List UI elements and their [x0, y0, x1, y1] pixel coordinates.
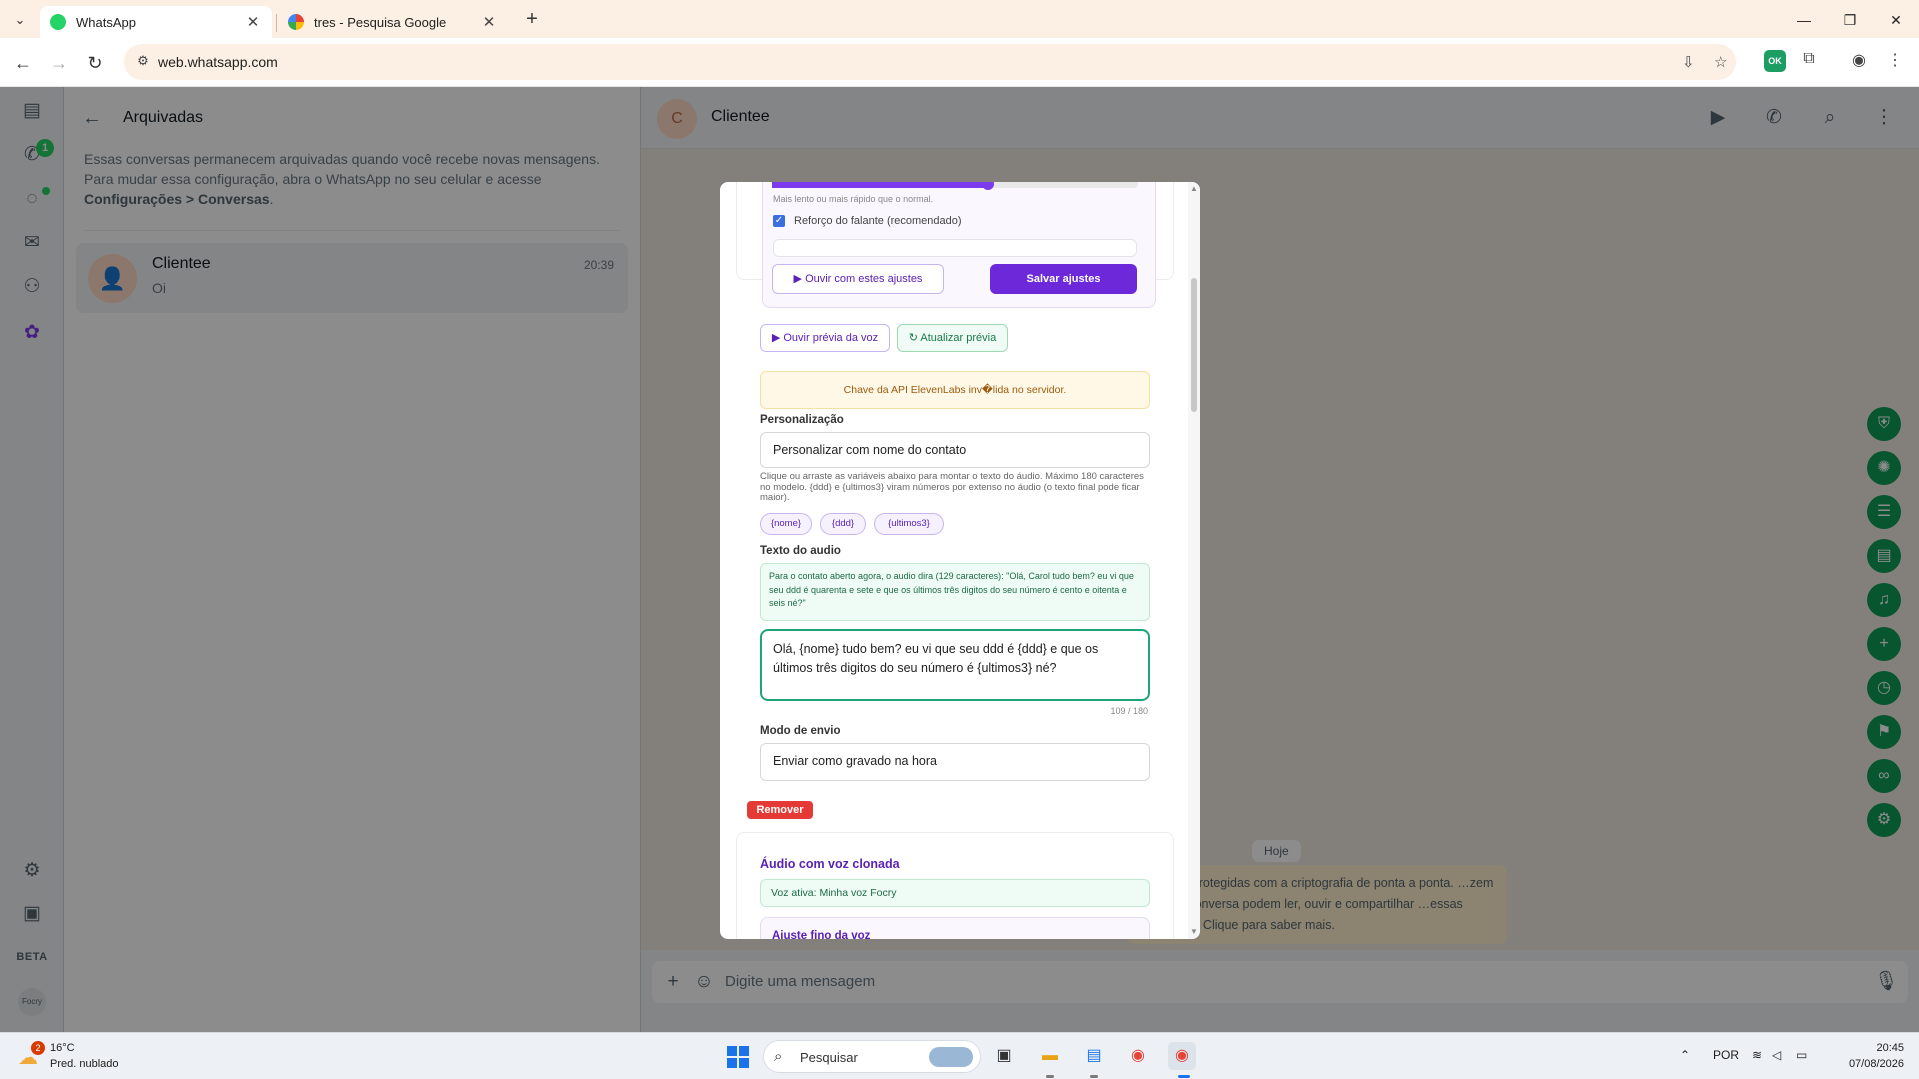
search-highlight-icon: [929, 1047, 973, 1067]
tab-google-search[interactable]: tres - Pesquisa Google ✕: [278, 6, 508, 38]
restore-window-icon[interactable]: ❐: [1830, 6, 1870, 34]
send-mode-select[interactable]: Enviar como gravado na hora: [760, 743, 1150, 781]
variable-chip-ddd[interactable]: {ddd}: [820, 513, 866, 535]
refresh-preview-button[interactable]: ↻ Atualizar prévia: [897, 324, 1008, 352]
browser-toolbar: ← → ↻ ⚙ web.whatsapp.com ⇩ ☆ OK ⧉ ◉ ⋮: [0, 38, 1919, 87]
voice-audio-modal: Mais lento ou mais rápido que o normal. …: [720, 182, 1200, 939]
url-text: web.whatsapp.com: [158, 54, 278, 70]
clock-time[interactable]: 20:45: [1868, 1042, 1904, 1054]
address-bar[interactable]: ⚙ web.whatsapp.com ⇩ ☆: [124, 44, 1736, 80]
chrome-icon[interactable]: ◉: [1124, 1042, 1152, 1070]
bookmark-star-icon[interactable]: ☆: [1714, 53, 1727, 71]
character-counter: 109 / 180: [1110, 706, 1148, 716]
minimize-window-icon[interactable]: —: [1784, 6, 1824, 34]
tab-title: WhatsApp: [76, 14, 136, 30]
tab-title: tres - Pesquisa Google: [314, 14, 447, 30]
reload-icon[interactable]: ↻: [82, 50, 108, 76]
speaker-boost-checkbox[interactable]: ✓: [773, 215, 785, 227]
clock-date[interactable]: 07/08/2026: [1838, 1058, 1904, 1070]
notepad-icon[interactable]: ▤: [1080, 1042, 1108, 1070]
chrome-active-icon[interactable]: ◉: [1168, 1042, 1196, 1070]
save-settings-button[interactable]: Salvar ajustes: [990, 264, 1137, 294]
audio-text-preview: Para o contato aberto agora, o audio dir…: [760, 563, 1150, 621]
personalization-help: Clique ou arraste as variáveis abaixo pa…: [760, 471, 1144, 503]
new-tab-plus-icon[interactable]: +: [520, 8, 544, 32]
variable-chip-nome[interactable]: {nome}: [760, 513, 812, 535]
extension-ok-icon[interactable]: OK: [1764, 50, 1786, 72]
listen-with-settings-button[interactable]: ▶ Ouvir com estes ajustes: [772, 264, 944, 294]
scroll-down-icon[interactable]: ▼: [1190, 927, 1198, 936]
tab-divider: [276, 14, 277, 32]
close-tab-icon[interactable]: ✕: [480, 13, 498, 31]
weather-temperature[interactable]: 16°C: [50, 1042, 75, 1054]
weather-condition[interactable]: Pred. nublado: [50, 1058, 119, 1070]
windows-taskbar: ☁ 2 16°C Pred. nublado ⌕ Pesquisar ▣ ▬ ▤…: [0, 1032, 1919, 1079]
site-info-icon[interactable]: ⚙: [134, 53, 152, 71]
running-indicator: [1046, 1075, 1054, 1078]
forward-arrow-icon[interactable]: →: [46, 50, 72, 76]
taskbar-search[interactable]: ⌕ Pesquisar: [763, 1040, 981, 1073]
send-mode-label: Modo de envio: [760, 725, 841, 737]
scroll-up-icon[interactable]: ▲: [1190, 184, 1198, 193]
running-indicator: [1178, 1075, 1190, 1078]
battery-icon[interactable]: ▭: [1796, 1048, 1807, 1062]
input-language[interactable]: POR: [1713, 1048, 1739, 1062]
task-view-icon[interactable]: ▣: [990, 1042, 1018, 1070]
fine-tune-voice-title: Ajuste fino da voz: [772, 930, 871, 939]
tab-whatsapp[interactable]: WhatsApp ✕: [40, 6, 272, 38]
preview-voice-button[interactable]: ▶ Ouvir prévia da voz: [760, 324, 890, 352]
api-key-warning: Chave da API ElevenLabs inv�lida no serv…: [760, 371, 1150, 409]
volume-icon[interactable]: ◁: [1772, 1048, 1781, 1062]
wifi-icon[interactable]: ≋: [1752, 1048, 1762, 1062]
audio-text-textarea[interactable]: Olá, {nome} tudo bem? eu vi que seu ddd …: [760, 629, 1150, 701]
file-explorer-icon[interactable]: ▬: [1036, 1042, 1064, 1070]
personalization-label: Personalização: [760, 414, 844, 426]
speaker-boost-label: Reforço do falante (recomendado): [794, 215, 962, 227]
speed-slider-fill: [772, 182, 988, 188]
tray-overflow-chevron-icon[interactable]: ⌃: [1680, 1048, 1690, 1062]
blank-field[interactable]: [773, 239, 1137, 257]
running-indicator: [1090, 1075, 1098, 1078]
whatsapp-favicon-icon: [50, 14, 66, 30]
audio-text-label: Texto do audio: [760, 545, 841, 557]
cloned-voice-title: Áudio com voz clonada: [760, 857, 900, 871]
browser-tab-strip: ⌄ WhatsApp ✕ tres - Pesquisa Google ✕ + …: [0, 0, 1919, 38]
extensions-puzzle-icon[interactable]: ⧉: [1797, 50, 1821, 74]
tab-search-chevron-icon[interactable]: ⌄: [8, 8, 32, 32]
speed-hint: Mais lento ou mais rápido que o normal.: [773, 194, 934, 204]
close-tab-icon[interactable]: ✕: [244, 13, 262, 31]
google-favicon-icon: [288, 14, 304, 30]
variable-chip-ultimos3[interactable]: {ultimos3}: [874, 513, 944, 535]
search-icon: ⌕: [774, 1048, 783, 1065]
modal-scrollbar-thumb[interactable]: [1191, 278, 1197, 412]
personalization-select[interactable]: Personalizar com nome do contato: [760, 432, 1150, 468]
active-voice-status: Voz ativa: Minha voz Focry: [760, 879, 1150, 907]
browser-menu-icon[interactable]: ⋮: [1883, 50, 1907, 74]
profile-icon[interactable]: ◉: [1847, 50, 1871, 74]
close-window-icon[interactable]: ✕: [1876, 6, 1916, 34]
weather-badge: 2: [31, 1041, 45, 1055]
remove-button[interactable]: Remover: [747, 801, 813, 819]
windows-start-icon[interactable]: [727, 1046, 749, 1068]
install-app-icon[interactable]: ⇩: [1682, 53, 1695, 71]
taskbar-search-placeholder: Pesquisar: [800, 1050, 858, 1065]
back-arrow-icon[interactable]: ←: [10, 50, 36, 76]
